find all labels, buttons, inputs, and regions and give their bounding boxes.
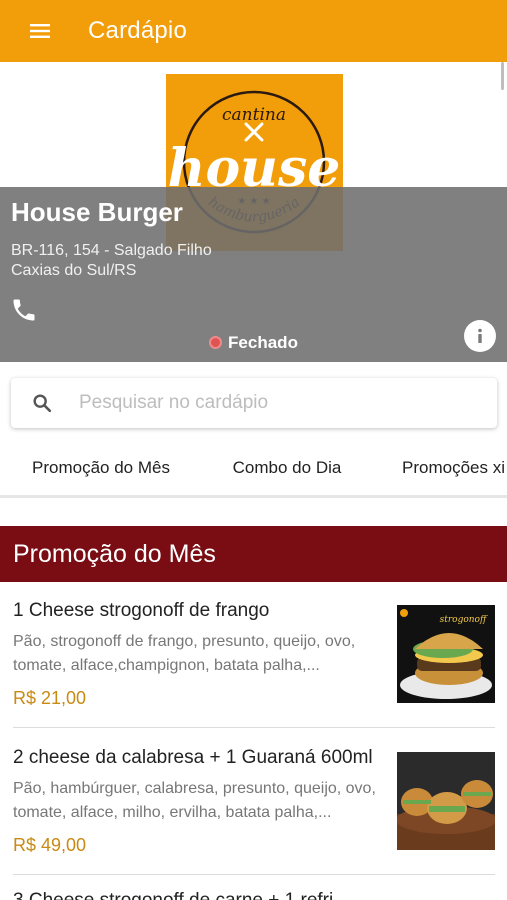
search-input[interactable] <box>79 392 459 414</box>
item-title: 1 Cheese strogonoff de frango <box>13 600 270 621</box>
svg-text:cantina: cantina <box>222 105 286 125</box>
divider <box>13 727 495 728</box>
info-icon <box>478 328 482 343</box>
menu-button[interactable] <box>0 0 80 62</box>
item-title[interactable]: 3 Cheese strogonoff de carne + 1 refri <box>13 890 333 900</box>
app-bar: Cardápio <box>0 0 507 62</box>
item-price: R$ 49,00 <box>13 835 87 855</box>
store-address-line2: Caxias do Sul/RS <box>11 262 137 279</box>
page-title: Cardápio <box>88 17 187 44</box>
phone-icon <box>13 299 35 321</box>
store-status: Fechado <box>0 333 507 353</box>
item-description: Pão, hambúrguer, calabresa, presunto, qu… <box>13 780 376 821</box>
phone-button[interactable] <box>10 296 38 324</box>
item-image <box>396 752 496 850</box>
section-title: Promoção do Mês <box>0 526 507 582</box>
item-image: strogonoff <box>397 605 495 703</box>
divider <box>13 874 495 875</box>
search-bar[interactable] <box>11 378 497 428</box>
status-label: Fechado <box>228 333 298 352</box>
status-dot-icon <box>209 336 223 349</box>
active-tab-indicator <box>0 495 202 498</box>
item-description: Pão, strogonoff de frango, presunto, que… <box>13 633 356 674</box>
hamburger-menu-icon <box>30 24 50 38</box>
tab-combo-do-dia[interactable]: Combo do Dia <box>202 440 372 495</box>
item-image-label: strogonoff <box>440 615 488 625</box>
store-header: cantina house ★ ★ ★ hamburgueria House B… <box>0 62 507 362</box>
info-button[interactable] <box>464 320 496 352</box>
category-tabs: Promoção do Mês Combo do Dia Promoções x… <box>0 440 507 498</box>
menu-item[interactable]: 2 cheese da calabresa + 1 Guaraná 600ml … <box>0 747 507 873</box>
item-price: R$ 21,00 <box>13 688 87 708</box>
store-name: House Burger <box>11 197 183 227</box>
store-address-line1: BR-116, 154 - Salgado Filho <box>11 242 212 259</box>
scrollbar[interactable] <box>501 62 504 90</box>
search-icon <box>33 394 52 413</box>
tab-promocoes[interactable]: Promoções xi <box>372 440 507 495</box>
item-title: 2 cheese da calabresa + 1 Guaraná 600ml <box>13 747 373 768</box>
tab-promocao-do-mes[interactable]: Promoção do Mês <box>0 440 202 495</box>
menu-item[interactable]: 1 Cheese strogonoff de frango Pão, strog… <box>0 600 507 726</box>
